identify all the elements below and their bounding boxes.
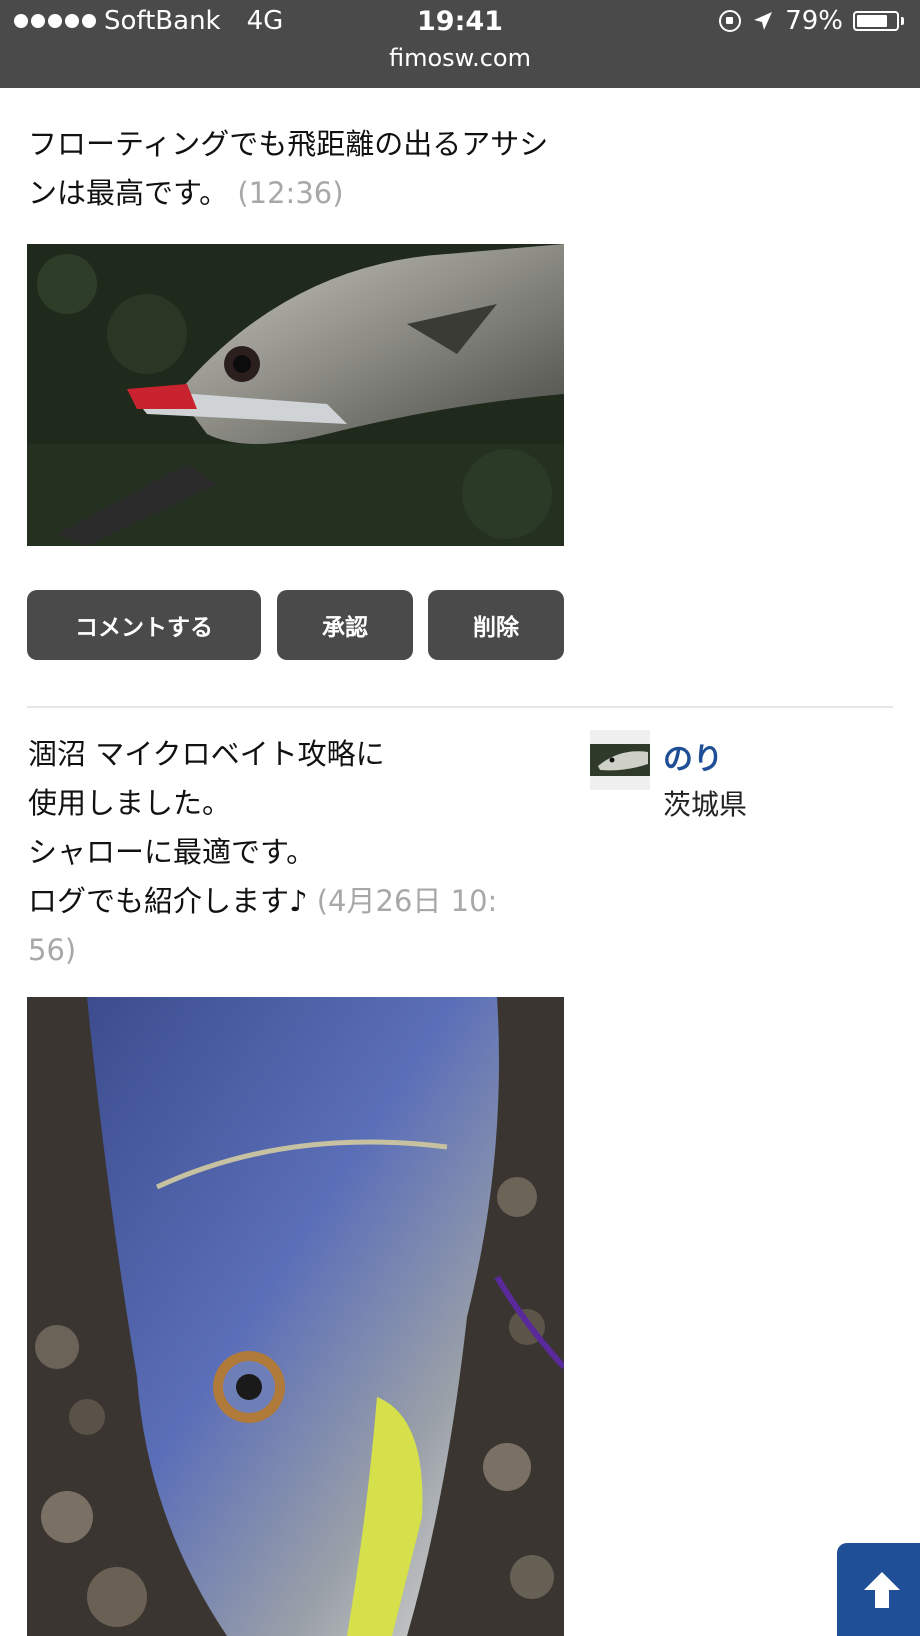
avatar[interactable]	[590, 730, 650, 790]
address-url[interactable]: fimosw.com	[0, 44, 920, 72]
user-location: 茨城県	[663, 788, 748, 821]
post-line: ログでも紹介します♪	[28, 884, 308, 918]
post-line: 使用しました。	[28, 786, 232, 820]
battery-icon	[853, 11, 904, 31]
user-name-link[interactable]: のり	[663, 734, 723, 778]
location-arrow-icon	[754, 12, 773, 30]
post-text-2: 涸沼 マイクロベイト攻略に 使用しました。 シャローに最適です。 ログでも紹介し…	[28, 730, 568, 975]
delete-button[interactable]: 削除	[428, 590, 564, 660]
post-photo-2[interactable]	[27, 997, 564, 1636]
status-bar: SoftBank 4G 19:41 79% fimosw.com	[0, 0, 920, 88]
post-divider	[27, 706, 893, 708]
arrow-up-icon	[864, 1571, 900, 1608]
post-timestamp: (4月26日 10:	[316, 884, 498, 918]
post-line: シャローに最適です。	[28, 835, 316, 869]
post-timestamp: (12:36)	[237, 176, 344, 210]
post-text-1: フローティングでも飛距離の出るアサシンは最高です。 (12:36)	[28, 120, 568, 218]
approve-button[interactable]: 承認	[277, 590, 413, 660]
post-timestamp-cont: 56)	[28, 933, 77, 967]
orientation-lock-icon	[719, 10, 742, 32]
battery-percent: 79%	[785, 6, 843, 36]
scroll-top-button[interactable]	[837, 1543, 920, 1636]
status-bar-right: 79%	[719, 6, 904, 36]
post-line: 涸沼 マイクロベイト攻略に	[28, 737, 385, 771]
post-photo-1[interactable]	[27, 244, 564, 546]
comment-button[interactable]: コメントする	[27, 590, 261, 660]
